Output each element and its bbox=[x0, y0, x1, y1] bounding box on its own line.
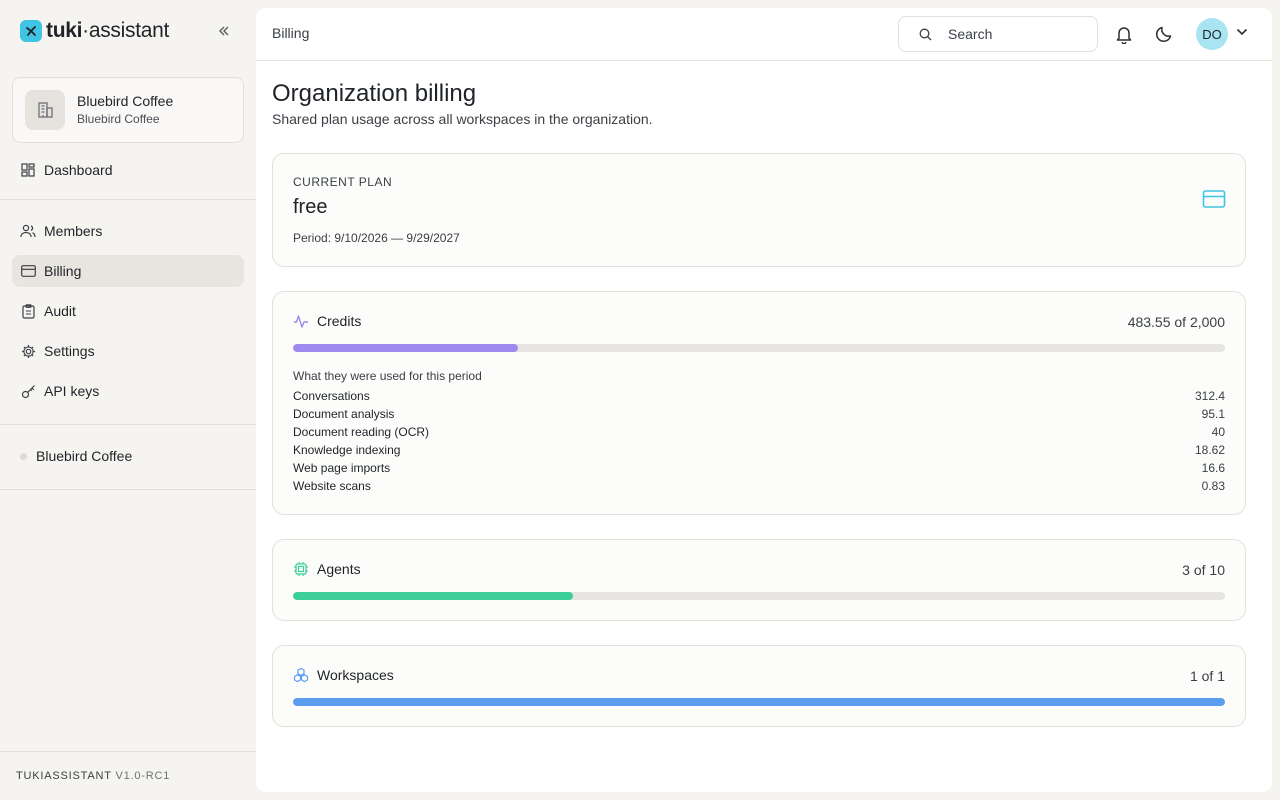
divider bbox=[0, 199, 256, 200]
org-subtitle: Bluebird Coffee bbox=[77, 112, 160, 126]
usage-row-label: Knowledge indexing bbox=[293, 443, 401, 457]
chevrons-left-icon bbox=[219, 26, 229, 36]
sidebar-item-billing[interactable]: Billing bbox=[12, 255, 244, 287]
cpu-icon bbox=[294, 562, 308, 576]
usage-row-label: Conversations bbox=[293, 389, 370, 403]
divider bbox=[0, 489, 256, 490]
page-subtitle: Shared plan usage across all workspaces … bbox=[272, 111, 653, 127]
sidebar-item-label: Audit bbox=[44, 303, 76, 319]
current-plan-card: CURRENT PLAN free Period: 9/10/2026 — 9/… bbox=[272, 153, 1246, 267]
credits-progress-fill bbox=[293, 344, 519, 352]
collapse-sidebar-button[interactable] bbox=[214, 22, 234, 40]
sidebar-item-audit[interactable]: Audit bbox=[12, 295, 244, 327]
app-version: TUKIASSISTANT V1.0-RC1 bbox=[16, 770, 171, 782]
usage-row: Document reading (OCR) 40 bbox=[293, 423, 1225, 441]
workspaces-progress-fill bbox=[293, 698, 1225, 706]
usage-breakdown-title: What they were used for this period bbox=[293, 369, 482, 383]
usage-row-label: Website scans bbox=[293, 479, 371, 493]
usage-row: Web page imports 16.6 bbox=[293, 459, 1225, 477]
org-name: Bluebird Coffee bbox=[77, 93, 174, 109]
sidebar-item-label: Members bbox=[44, 223, 103, 239]
plan-eyebrow: CURRENT PLAN bbox=[293, 175, 393, 189]
moon-icon bbox=[1156, 26, 1172, 42]
workspaces-header: Workspaces bbox=[293, 667, 394, 683]
usage-row-value: 0.83 bbox=[1201, 479, 1225, 493]
org-switcher[interactable]: Bluebird Coffee Bluebird Coffee bbox=[12, 77, 244, 143]
workspaces-value: 1 of 1 bbox=[1189, 668, 1225, 684]
search-icon bbox=[919, 28, 932, 40]
divider bbox=[0, 424, 256, 425]
workspace-name: Bluebird Coffee bbox=[36, 448, 133, 464]
workspaces-label: Workspaces bbox=[317, 667, 394, 683]
sidebar-item-settings[interactable]: Settings bbox=[12, 335, 244, 367]
users-icon bbox=[20, 223, 36, 239]
sidebar: tuki·assistant Bluebird Coffee Bluebird … bbox=[0, 0, 256, 800]
topbar: Billing Search DO bbox=[256, 8, 1272, 61]
usage-row-value: 16.6 bbox=[1201, 461, 1225, 475]
main-panel: Billing Search DO Organization billing S… bbox=[256, 8, 1272, 792]
usage-row-label: Document reading (OCR) bbox=[293, 425, 430, 439]
usage-breakdown-list: Conversations 312.4 Document analysis 95.1 D… bbox=[293, 387, 1225, 495]
sidebar-item-label: API keys bbox=[44, 383, 100, 399]
agents-progress-track bbox=[293, 592, 1225, 600]
user-menu-chevron[interactable] bbox=[1236, 26, 1248, 38]
notifications-button[interactable] bbox=[1114, 24, 1134, 44]
credits-label: Credits bbox=[317, 313, 362, 329]
plan-period: Period: 9/10/2026 — 9/29/2027 bbox=[293, 231, 460, 245]
building-icon bbox=[25, 90, 65, 130]
tuki-logo-icon bbox=[20, 20, 42, 42]
usage-row-label: Document analysis bbox=[293, 407, 395, 421]
theme-toggle-button[interactable] bbox=[1154, 24, 1174, 44]
page-title: Organization billing bbox=[272, 80, 477, 107]
brand-name: tuki·assistant bbox=[46, 19, 170, 42]
agents-header: Agents bbox=[293, 561, 361, 577]
workspaces-progress-track bbox=[293, 698, 1225, 706]
gear-icon bbox=[20, 343, 36, 359]
workspace-status-dot bbox=[20, 452, 27, 460]
workspaces-card: Workspaces 1 of 1 bbox=[272, 645, 1246, 727]
usage-row-value: 312.4 bbox=[1194, 389, 1225, 403]
sidebar-item-api-keys[interactable]: API keys bbox=[12, 375, 244, 407]
boxes-icon bbox=[293, 667, 309, 683]
usage-row: Document analysis 95.1 bbox=[293, 405, 1225, 423]
usage-row-value: 40 bbox=[1211, 425, 1225, 439]
bell-icon bbox=[1116, 26, 1132, 44]
dashboard-icon bbox=[20, 162, 36, 178]
credits-value: 483.55 of 2,000 bbox=[1127, 314, 1225, 330]
usage-row: Website scans 0.83 bbox=[293, 477, 1225, 495]
plan-name: free bbox=[293, 196, 328, 218]
brand-logo[interactable]: tuki·assistant bbox=[20, 19, 169, 43]
credits-header: Credits bbox=[293, 313, 361, 329]
search-placeholder: Search bbox=[948, 26, 993, 42]
credit-card-icon bbox=[1202, 190, 1226, 208]
credits-card: Credits 483.55 of 2,000 What they were u… bbox=[272, 291, 1246, 515]
chevron-down-icon bbox=[1236, 28, 1248, 36]
agents-card: Agents 3 of 10 bbox=[272, 539, 1246, 621]
workspace-item[interactable]: Bluebird Coffee bbox=[20, 447, 132, 465]
sidebar-item-members[interactable]: Members bbox=[12, 215, 244, 247]
usage-row-label: Web page imports bbox=[293, 461, 391, 475]
sidebar-item-label: Settings bbox=[44, 343, 95, 359]
clipboard-icon bbox=[20, 303, 36, 319]
sidebar-item-dashboard[interactable]: Dashboard bbox=[12, 154, 244, 186]
agents-progress-fill bbox=[293, 592, 573, 600]
key-icon bbox=[20, 383, 36, 399]
divider bbox=[0, 751, 256, 752]
usage-row-value: 18.62 bbox=[1194, 443, 1225, 457]
agents-label: Agents bbox=[317, 561, 361, 577]
breadcrumb: Billing bbox=[272, 25, 310, 41]
search-input[interactable]: Search bbox=[898, 16, 1098, 52]
activity-icon bbox=[294, 315, 308, 328]
usage-row: Knowledge indexing 18.62 bbox=[293, 441, 1225, 459]
usage-row: Conversations 312.4 bbox=[293, 387, 1225, 405]
sidebar-item-label: Dashboard bbox=[44, 162, 113, 178]
credit-card-icon bbox=[20, 263, 36, 279]
sidebar-item-label: Billing bbox=[44, 263, 82, 279]
credits-progress-track bbox=[293, 344, 1225, 352]
agents-value: 3 of 10 bbox=[1182, 562, 1225, 578]
usage-row-value: 95.1 bbox=[1201, 407, 1225, 421]
user-avatar[interactable]: DO bbox=[1196, 18, 1228, 50]
